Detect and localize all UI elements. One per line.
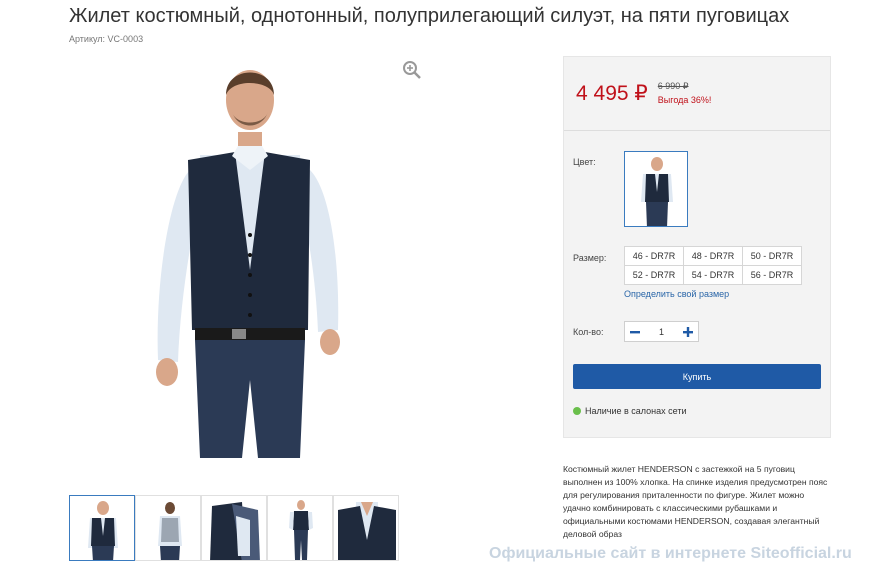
thumbnail-4[interactable]: [267, 495, 333, 561]
discount-badge: Выгода 36%!: [657, 95, 712, 105]
buy-button[interactable]: Купить: [573, 364, 821, 389]
availability-status: Наличие в салонах сети: [573, 406, 686, 416]
purchase-panel: 4 495 ₽ 6 990 ₽ Выгода 36%! Цвет: Размер…: [563, 56, 831, 438]
plus-icon[interactable]: [678, 322, 698, 341]
size-option[interactable]: 50 - DR7R: [742, 246, 802, 266]
thumbnail-5[interactable]: [333, 495, 399, 561]
size-label: Размер:: [573, 253, 607, 263]
color-swatch[interactable]: [624, 151, 688, 227]
divider: [564, 130, 830, 131]
minus-icon[interactable]: [625, 322, 645, 341]
size-option[interactable]: 46 - DR7R: [624, 246, 684, 266]
thumbnail-3[interactable]: [201, 495, 267, 561]
product-description: Костюмный жилет HENDERSON с застежкой на…: [563, 464, 828, 539]
quantity-input[interactable]: [645, 326, 678, 337]
product-title: Жилет костюмный, однотонный, полуприлега…: [69, 5, 790, 27]
zoom-in-icon[interactable]: [402, 60, 422, 80]
old-price-block: 6 990 ₽ Выгода 36%!: [658, 81, 712, 105]
size-option[interactable]: 52 - DR7R: [624, 265, 684, 285]
product-sku: Артикул: VC-0003: [69, 34, 144, 44]
size-guide-link[interactable]: Определить свой размер: [624, 289, 729, 299]
size-option[interactable]: 56 - DR7R: [742, 265, 802, 285]
old-price: 6 990 ₽: [657, 81, 689, 91]
watermark: Официальные сайт в интернете Siteofficia…: [489, 545, 852, 562]
size-grid: 46 - DR7R 48 - DR7R 50 - DR7R 52 - DR7R …: [624, 246, 802, 285]
availability-text: Наличие в салонах сети: [585, 406, 687, 416]
thumbnail-1[interactable]: [69, 495, 135, 561]
quantity-stepper: [624, 321, 699, 342]
price-row: 4 495 ₽ 6 990 ₽ Выгода 36%!: [576, 81, 711, 106]
current-price: 4 495 ₽: [576, 81, 648, 105]
main-product-image: [156, 70, 340, 458]
quantity-label: Кол-во:: [573, 327, 604, 337]
thumbnail-2[interactable]: [135, 495, 201, 561]
availability-dot-icon: [573, 407, 581, 415]
size-option[interactable]: 54 - DR7R: [683, 265, 743, 285]
thumbnail-strip: [69, 495, 399, 561]
size-option[interactable]: 48 - DR7R: [683, 246, 743, 266]
color-label: Цвет:: [573, 157, 596, 167]
